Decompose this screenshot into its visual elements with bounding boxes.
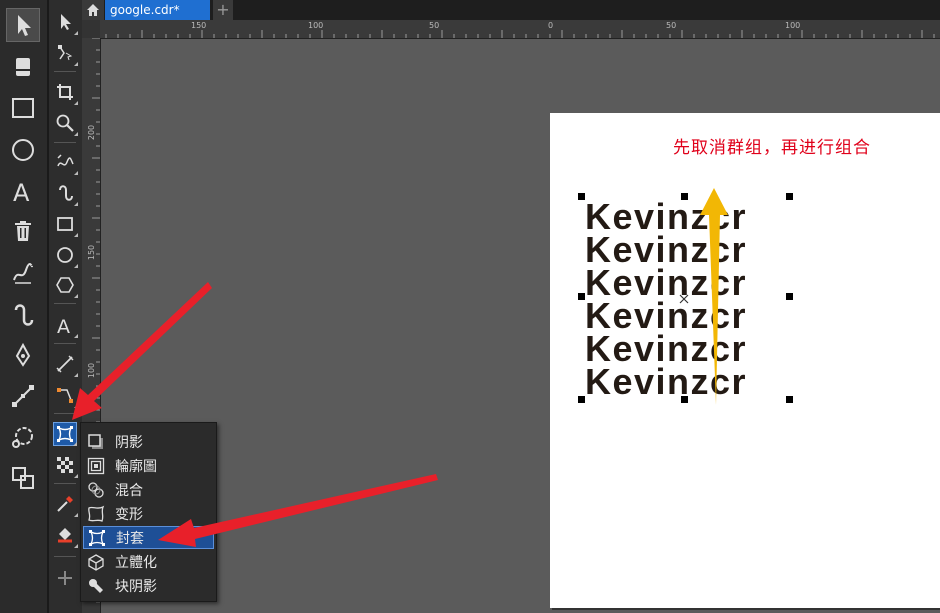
tab-bar [82,0,940,20]
menu-item-label: 封套 [116,530,144,547]
menu-item-distort[interactable]: 变形 [83,502,214,525]
selection-handle[interactable] [681,193,688,200]
artistic-media-tool-icon[interactable] [53,181,78,206]
menu-item-label: 輪廓圖 [115,458,157,475]
ruler-label: 100 [308,21,324,30]
selection-handle[interactable] [578,193,585,200]
text-icon[interactable]: A [6,174,40,208]
pointer-icon[interactable] [6,8,40,42]
pick-tool-icon[interactable] [53,10,78,35]
selection-handle[interactable] [786,396,793,403]
rectangle-tool-icon[interactable] [53,212,78,237]
annotation-text: 先取消群组，再进行组合 [673,138,871,158]
selection-handle[interactable] [578,396,585,403]
selection-handle[interactable] [681,396,688,403]
curve-icon[interactable] [6,298,40,332]
selection-handle[interactable] [578,293,585,300]
add-tool-icon[interactable] [53,566,77,590]
ruler-label: 0 [548,21,554,30]
shapes-icon[interactable] [6,461,40,495]
distort-icon [85,503,107,525]
menu-item-label: 立體化 [115,554,157,571]
menu-item-block-shadow[interactable]: 块阴影 [83,574,214,597]
menu-item-label: 块阴影 [115,578,157,595]
eraser-icon[interactable] [6,50,40,84]
text-tool-icon[interactable]: A [53,313,78,338]
ellipse-tool-icon[interactable] [53,243,78,268]
freehand-tool-icon[interactable] [53,150,78,175]
lasso-icon[interactable] [6,420,40,454]
ellipse-icon[interactable] [6,133,40,167]
ruler-label: 150 [191,21,207,30]
artistic-media-icon[interactable] [6,256,40,290]
menu-item-label: 变形 [115,506,143,523]
envelope-icon [86,527,108,549]
shape-tool-icon[interactable] [53,41,78,66]
fill-tool-icon[interactable] [53,523,78,548]
drop-shadow-icon [85,431,107,453]
extrude-icon [85,551,107,573]
connector-tool-icon[interactable] [53,383,78,408]
menu-item-label: 阴影 [115,434,143,451]
tab-document[interactable]: google.cdr* [105,0,210,20]
effects-flyout-menu: 阴影 輪廓圖 混合 变形 封套 立體化 块阴影 [80,422,217,602]
menu-item-contour[interactable]: 輪廓圖 [83,454,214,477]
eyedropper-tool-icon[interactable] [53,492,78,517]
center-mark-icon [679,294,689,304]
rectangle-icon[interactable] [6,91,40,125]
ruler-origin[interactable] [82,20,100,38]
selection-handle[interactable] [786,293,793,300]
svg-text:A: A [57,316,70,335]
polygon-tool-icon[interactable] [53,273,78,298]
ruler-ticks [82,30,935,38]
text-line[interactable]: Kevinzcr [585,364,747,400]
horizontal-ruler[interactable]: 150 100 50 0 50 100 [82,20,940,39]
blend-icon [85,479,107,501]
ruler-label: 50 [429,21,440,30]
menu-item-label: 混合 [115,482,143,499]
menu-item-blend[interactable]: 混合 [83,478,214,501]
trash-icon[interactable] [6,214,40,248]
svg-text:A: A [13,179,30,204]
crop-tool-icon[interactable] [53,80,78,105]
menu-item-extrude[interactable]: 立體化 [83,550,214,573]
pen-icon[interactable] [6,338,40,372]
transparency-tool-icon[interactable] [53,453,78,478]
dimension-tool-icon[interactable] [53,352,78,377]
ruler-label: 100 [785,21,801,30]
add-tab-button[interactable]: + [213,0,233,20]
connector-icon[interactable] [6,379,40,413]
ruler-label: 50 [666,21,677,30]
toolbox: A [48,0,83,613]
zoom-tool-icon[interactable] [53,111,78,136]
block-shadow-icon [85,575,107,597]
left-dock: A [0,0,48,613]
menu-item-envelope[interactable]: 封套 [83,526,214,549]
menu-item-drop-shadow[interactable]: 阴影 [83,430,214,453]
selection-handle[interactable] [786,193,793,200]
home-icon[interactable] [82,0,104,20]
contour-icon [85,455,107,477]
envelope-tool-icon[interactable] [53,422,77,446]
